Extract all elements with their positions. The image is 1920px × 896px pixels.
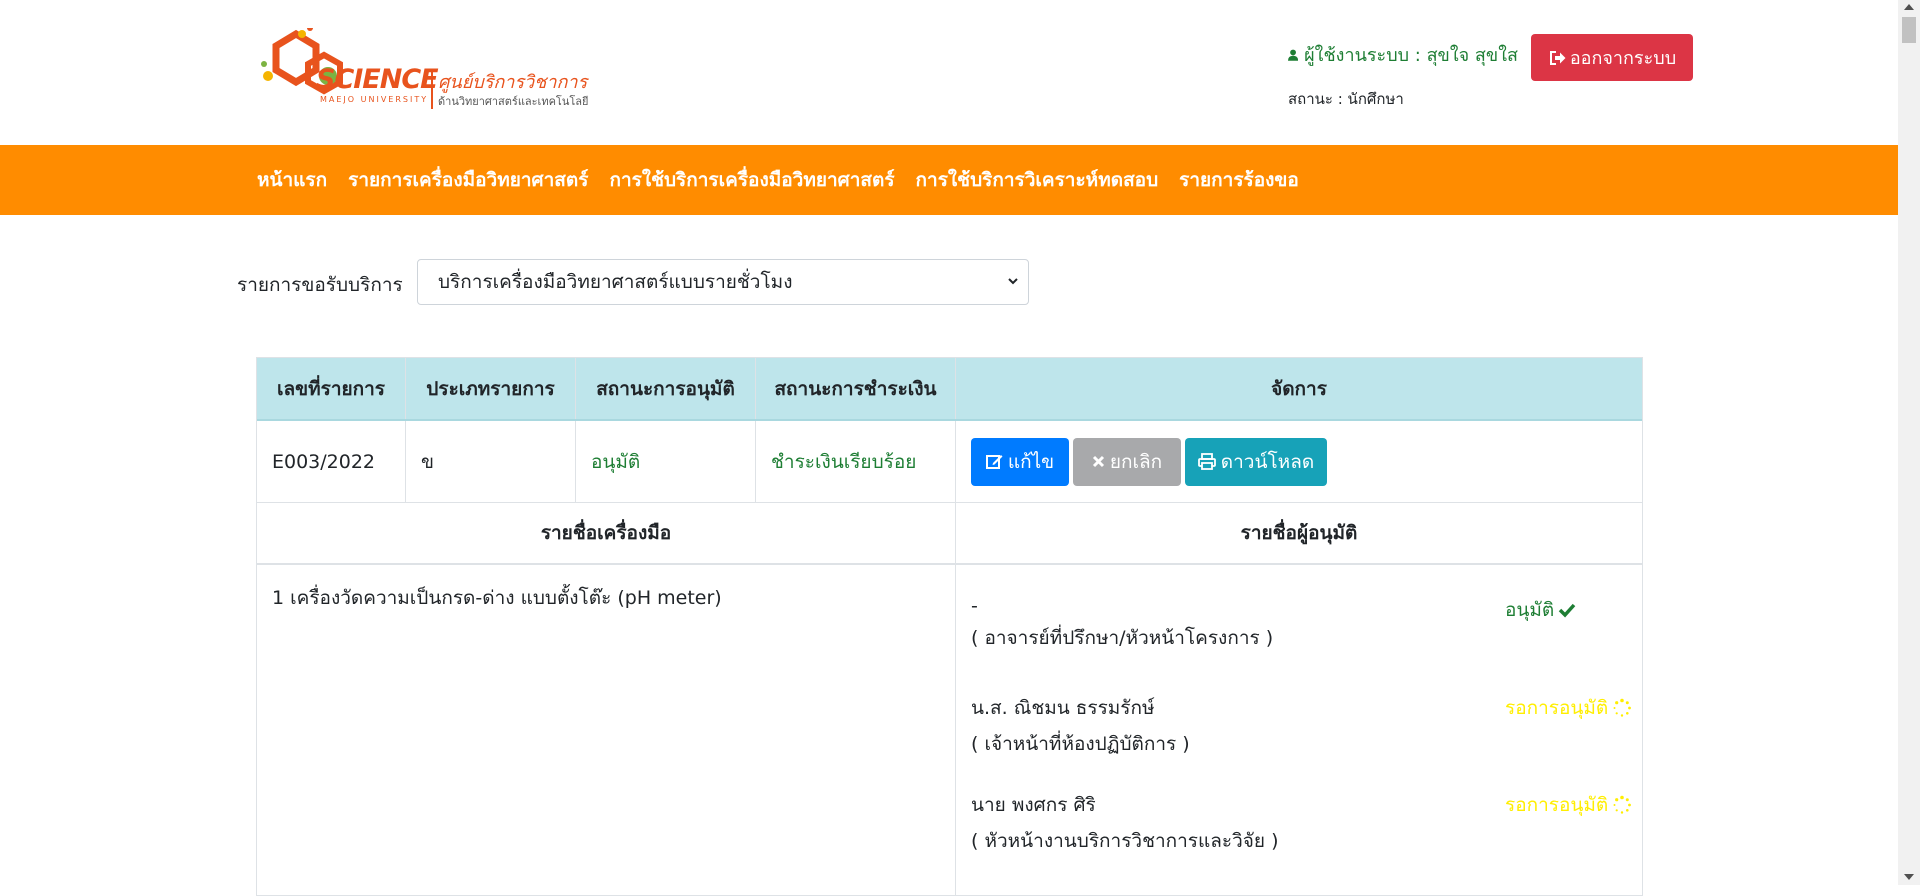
approver-role: ( เจ้าหน้าที่ห้องปฏิบัติการ )	[971, 733, 1190, 755]
approver-item: นาย พงศกร ศิริ ( หัวหน้างานบริการวิชาการ…	[971, 790, 1632, 860]
scrollbar-thumb[interactable]	[1902, 17, 1916, 43]
nav-analysis-service[interactable]: การใช้บริการวิเคราะห์ทดสอบ	[916, 165, 1159, 195]
request-table: เลขที่รายการ ประเภทรายการ สถานะการอนุมัต…	[256, 357, 1643, 896]
chevron-down-icon	[1008, 278, 1018, 285]
payment-status: ชำระเงินเรียบร้อย	[756, 421, 956, 502]
approval-status: อนุมัติ	[576, 421, 756, 502]
approver-list: - ( อาจารย์ที่ปรึกษา/หัวหน้าโครงการ ) อน…	[956, 565, 1642, 895]
approver-role: ( อาจารย์ที่ปรึกษา/หัวหน้าโครงการ )	[971, 627, 1274, 649]
user-line: ผู้ใช้งานระบบ : สุขใจ สุขใส	[1288, 40, 1518, 69]
service-select[interactable]: บริการเครื่องมือวิทยาศาสตร์แบบรายชั่วโมง	[417, 259, 1029, 305]
instrument-item: 1 เครื่องวัดความเป็นกรด-ด่าง แบบตั้งโต๊ะ…	[257, 565, 956, 895]
service-select-value: บริการเครื่องมือวิทยาศาสตร์แบบรายชั่วโมง	[438, 271, 793, 293]
request-type: ข	[406, 421, 576, 502]
approver-item: น.ส. ณิชมน ธรรมรักษ์ ( เจ้าหน้าที่ห้องปฏ…	[971, 693, 1632, 763]
col-header-type: ประเภทรายการ	[406, 358, 576, 419]
nav-requests[interactable]: รายการร้องขอ	[1179, 165, 1299, 195]
approver-name: -	[971, 595, 978, 617]
sub-header-row: รายชื่อเครื่องมือ รายชื่อผู้อนุมัติ	[257, 503, 1642, 565]
service-select-label: รายการขอรับบริการ	[237, 274, 403, 296]
edit-icon	[985, 455, 1003, 469]
page-scrollbar[interactable]	[1898, 0, 1920, 885]
approver-name: น.ส. ณิชมน ธรรมรักษ์	[971, 697, 1155, 719]
approver-list-header: รายชื่อผู้อนุมัติ	[1240, 522, 1358, 544]
approver-status-label: รอการอนุมัติ	[1505, 697, 1609, 719]
user-info: ผู้ใช้งานระบบ : สุขใจ สุขใส สถานะ : นักศ…	[1288, 40, 1518, 111]
edit-button[interactable]: แก้ไข	[971, 437, 1069, 486]
detail-row: 1 เครื่องวัดความเป็นกรด-ด่าง แบบตั้งโต๊ะ…	[257, 565, 1642, 895]
spinner-icon	[1613, 795, 1632, 814]
col-header-manage: จัดการ	[1271, 377, 1327, 400]
approver-role: ( หัวหน้างานบริการวิชาการและวิจัย )	[971, 830, 1279, 852]
nav-instrument-list[interactable]: รายการเครื่องมือวิทยาศาสตร์	[348, 165, 588, 195]
site-logo[interactable]: SCIENCE MAEJO UNIVERSITY ศูนย์บริการวิชา…	[258, 22, 598, 112]
edit-label: แก้ไข	[1007, 450, 1055, 473]
approver-status-label: อนุมัติ	[1505, 599, 1555, 621]
approver-status-label: รอการอนุมัติ	[1505, 794, 1609, 816]
approver-status: อนุมัติ	[1505, 595, 1576, 625]
user-icon	[1288, 49, 1299, 61]
table-header: เลขที่รายการ ประเภทรายการ สถานะการอนุมัต…	[257, 358, 1642, 421]
approver-status: รอการอนุมัติ	[1505, 790, 1632, 820]
col-header-approval: สถานะการอนุมัติ	[576, 358, 756, 419]
cancel-button[interactable]: ยกเลิก	[1073, 437, 1181, 486]
nav-home[interactable]: หน้าแรก	[257, 165, 327, 195]
logout-label: ออกจากระบบ	[1569, 48, 1677, 69]
logo-university: MAEJO UNIVERSITY	[320, 95, 429, 104]
col-header-payment: สถานะการชำระเงิน	[756, 358, 956, 419]
approver-name: นาย พงศกร ศิริ	[971, 794, 1096, 816]
main-navbar: หน้าแรก รายการเครื่องมือวิทยาศาสตร์ การใ…	[0, 145, 1898, 215]
nav-instrument-service[interactable]: การใช้บริการเครื่องมือวิทยาศาสตร์	[609, 165, 894, 195]
user-status: สถานะ : นักศึกษา	[1288, 90, 1404, 108]
logo-divider	[431, 69, 433, 109]
download-button[interactable]: ดาวน์โหลด	[1185, 437, 1327, 486]
table-row: E003/2022 ข อนุมัติ ชำระเงินเรียบร้อย แก…	[257, 421, 1642, 503]
approver-status: รอการอนุมัติ	[1505, 693, 1632, 723]
print-icon	[1197, 453, 1216, 470]
sign-out-icon	[1549, 50, 1566, 65]
instrument-list-header: รายชื่อเครื่องมือ	[257, 503, 956, 563]
scroll-up-arrow-icon[interactable]	[1904, 4, 1914, 10]
logo-thai-subtitle: ด้านวิทยาศาสตร์และเทคโนโลยี	[438, 95, 589, 108]
col-header-id: เลขที่รายการ	[257, 358, 406, 419]
cancel-label: ยกเลิก	[1109, 450, 1163, 473]
request-id: E003/2022	[257, 421, 406, 502]
check-icon	[1559, 603, 1576, 618]
user-name: ผู้ใช้งานระบบ : สุขใจ สุขใส	[1304, 45, 1518, 66]
spinner-icon	[1613, 698, 1632, 717]
logout-button[interactable]: ออกจากระบบ	[1531, 34, 1693, 81]
action-cell: แก้ไข ยกเลิก ดาวน์โหลด	[956, 421, 1642, 502]
close-icon	[1092, 455, 1104, 468]
site-header: SCIENCE MAEJO UNIVERSITY ศูนย์บริการวิชา…	[0, 0, 1898, 145]
scroll-down-arrow-icon[interactable]	[1904, 874, 1914, 880]
download-label: ดาวน์โหลด	[1220, 450, 1315, 473]
approver-item: - ( อาจารย์ที่ปรึกษา/หัวหน้าโครงการ ) อน…	[971, 595, 1576, 665]
logo-brand: SCIENCE	[316, 64, 439, 95]
